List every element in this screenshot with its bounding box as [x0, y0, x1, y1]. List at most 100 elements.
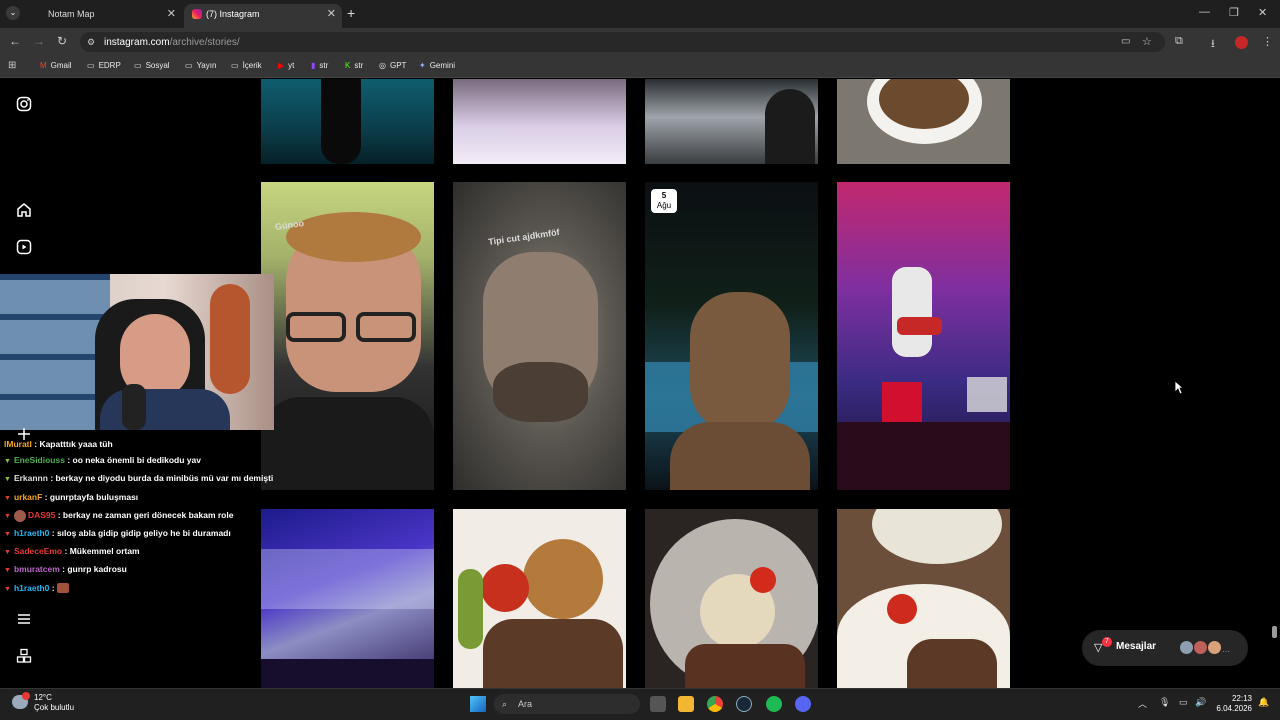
show-hidden-icons[interactable]: ︿: [1138, 697, 1147, 710]
story-tile[interactable]: [453, 79, 626, 164]
chat-message: ▼ bmuratcem : gunrp kadrosu: [4, 564, 127, 575]
bookmark-yayin[interactable]: ▭ Yayın: [185, 61, 216, 70]
story-tile[interactable]: Günoo: [261, 182, 434, 490]
chat-message: ▼ h1raeth0 : sıloş abla gidip gidip geliy…: [4, 528, 231, 539]
bookmark-gmail[interactable]: M Gmail: [40, 61, 72, 70]
site-info-icon[interactable]: ⚙: [87, 37, 95, 48]
reload-icon[interactable]: ↻: [57, 34, 67, 48]
bookmark-edrp[interactable]: ▭ EDRP: [87, 61, 121, 70]
browser-tab-bar: ⌄ Notam Map ✕ (7) Instagram ✕ + — ❐ ✕: [0, 0, 1280, 28]
story-tile[interactable]: [261, 79, 434, 164]
bookmark-label: yt: [288, 61, 295, 70]
chat-text: gunrp kadrosu: [67, 564, 127, 575]
chat-text: sıloş abla gidip gidip geliyo he bi dura…: [56, 528, 231, 539]
story-tile[interactable]: 5 Ağu: [645, 182, 818, 490]
instagram-favicon-icon: [192, 9, 202, 19]
mouse-cursor-icon: [1174, 380, 1184, 395]
back-icon[interactable]: ←: [9, 34, 21, 48]
story-image: [286, 312, 346, 342]
story-tile[interactable]: [261, 509, 434, 688]
chat-text: berkay ne diyodu burda da minibüs mü var…: [55, 473, 274, 484]
scrollbar-thumb[interactable]: [1272, 626, 1277, 638]
downloads-icon[interactable]: ⭳: [1211, 35, 1215, 54]
chat-text: berkay ne zaman geri dönecek bakam role: [62, 509, 234, 520]
volume-icon[interactable]: 🔊: [1195, 697, 1206, 708]
chat-text: Mükemmel ortam: [69, 546, 140, 557]
address-bar[interactable]: [80, 32, 1165, 52]
bookmark-yt[interactable]: ▶ yt: [278, 61, 294, 70]
folder-icon: ▭: [231, 61, 239, 70]
network-icon[interactable]: ▭: [1179, 697, 1188, 708]
hamburger-menu-icon[interactable]: [16, 611, 32, 627]
taskbar-search-input[interactable]: ⌕ Ara: [494, 694, 640, 714]
url-text[interactable]: instagram.com/archive/stories/: [104, 37, 240, 48]
chat-message: lMuratl : Kapatttık yaaa tüh: [4, 439, 113, 449]
story-image: [887, 594, 917, 624]
start-icon[interactable]: [470, 696, 486, 712]
reels-icon[interactable]: [16, 239, 32, 255]
story-tile[interactable]: [645, 509, 818, 688]
avatar: [1180, 641, 1193, 654]
close-window-icon[interactable]: ✕: [1258, 6, 1267, 19]
new-tab-icon[interactable]: +: [347, 5, 355, 21]
menu-dots-icon[interactable]: ⋮: [1262, 35, 1273, 48]
microphone-icon[interactable]: 🎙: [1159, 697, 1170, 708]
story-tile[interactable]: [453, 509, 626, 688]
chat-message: ▼ Erkannn : berkay ne diyodu burda da min…: [4, 473, 274, 484]
story-tile[interactable]: [837, 509, 1010, 688]
windows-taskbar: [0, 688, 1280, 720]
discord-icon[interactable]: [795, 696, 811, 712]
forward-icon[interactable]: →: [33, 34, 45, 48]
task-view-icon[interactable]: [650, 696, 666, 712]
badge-icon: ▼: [4, 531, 11, 539]
bookmark-gpt[interactable]: ◎ GPT: [379, 61, 406, 70]
story-image: [481, 564, 529, 612]
tab-notam-map[interactable]: Notam Map ✕: [0, 4, 182, 28]
bookmark-icerik[interactable]: ▭ İçerik: [231, 61, 262, 70]
story-tile[interactable]: [645, 79, 818, 164]
profile-icon[interactable]: [1235, 36, 1248, 49]
spotify-icon[interactable]: [766, 696, 782, 712]
url-path: /archive/stories/: [169, 37, 240, 48]
notification-icon[interactable]: 🔔: [1258, 697, 1269, 708]
bookmark-star-icon[interactable]: ☆: [1142, 35, 1152, 48]
extensions-icon[interactable]: ⧉: [1175, 35, 1183, 48]
message-avatars: ···: [1180, 641, 1230, 659]
bookmark-kick[interactable]: Kstr: [345, 61, 363, 70]
story-image: [261, 549, 434, 609]
chat-username: lMuratl: [4, 439, 32, 449]
file-explorer-icon[interactable]: [678, 696, 694, 712]
instagram-logo-icon[interactable]: [16, 96, 32, 112]
cast-icon[interactable]: ▭: [1121, 36, 1130, 47]
clock-date: 6.04.2026: [1216, 704, 1252, 713]
bookmark-sosyal[interactable]: ▭ Sosyal: [134, 61, 170, 70]
url-host: instagram.com: [104, 37, 170, 48]
story-tile[interactable]: [837, 182, 1010, 490]
bookmark-gemini[interactable]: ✦ Gemini: [419, 61, 455, 70]
story-image: [685, 644, 805, 688]
weather-desc: Çok bulutlu: [34, 703, 75, 712]
apps-grid-icon[interactable]: ⊞: [8, 60, 16, 71]
bookmark-twitch[interactable]: ▮ str: [311, 61, 328, 70]
youtube-icon: ▶: [278, 61, 285, 70]
story-image: [897, 317, 942, 335]
chrome-icon[interactable]: [707, 696, 723, 712]
tab-close-icon[interactable]: ✕: [327, 4, 336, 24]
chat-username: urkanF: [13, 491, 43, 502]
restore-icon[interactable]: ❐: [1229, 6, 1239, 19]
messages-badge: 7: [1102, 637, 1112, 647]
home-icon[interactable]: [16, 202, 32, 218]
story-tile[interactable]: [837, 79, 1010, 164]
story-image: [967, 377, 1007, 412]
more-apps-icon[interactable]: [16, 648, 32, 664]
tab-instagram[interactable]: (7) Instagram ✕: [184, 4, 342, 28]
steam-icon[interactable]: [736, 696, 752, 712]
system-clock[interactable]: 22:13 6.04.2026: [1212, 694, 1252, 714]
tab-close-icon[interactable]: ✕: [167, 4, 176, 24]
story-tile[interactable]: Tipi cut ajdkmföf: [453, 182, 626, 490]
weather-widget[interactable]: 12°C Çok bulutlu: [34, 693, 74, 713]
badge-icon: ▼: [4, 494, 11, 502]
minimize-icon[interactable]: —: [1199, 6, 1210, 18]
messages-button[interactable]: ▽ 7 Mesajlar ···: [1082, 630, 1248, 666]
chat-message: ▼ h1raeth0 :: [4, 580, 284, 598]
